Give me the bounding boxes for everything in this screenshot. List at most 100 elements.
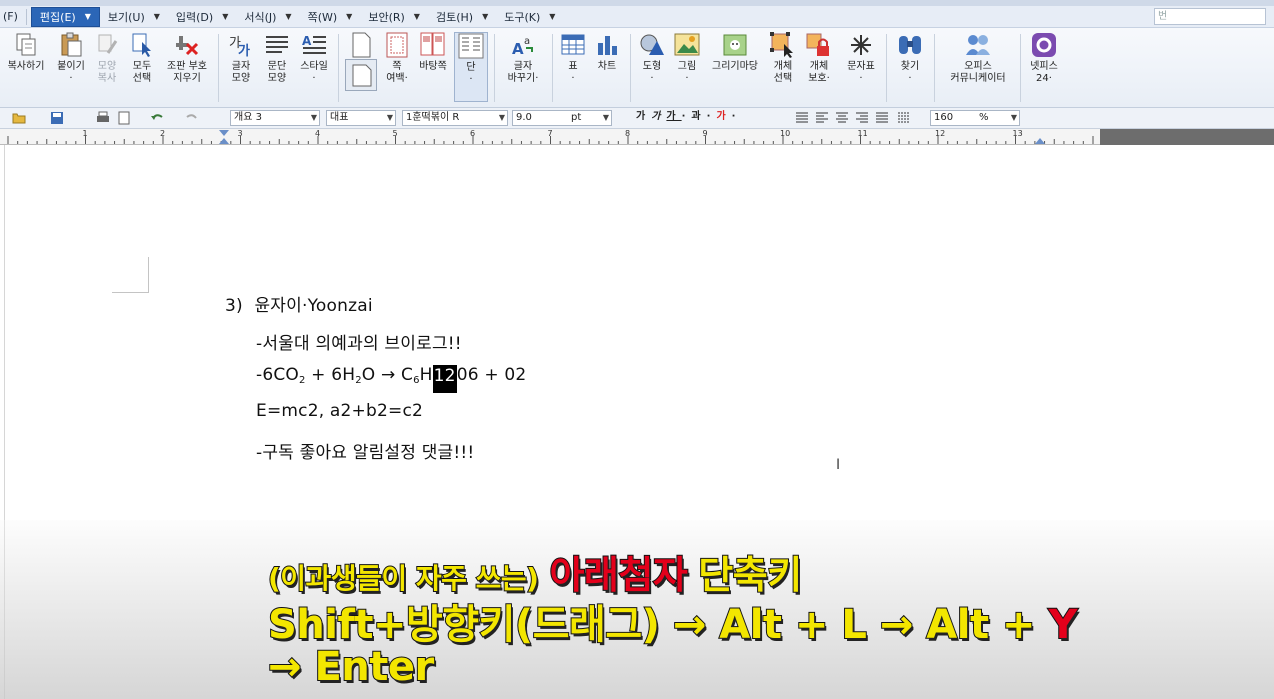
drawing-gallery-button[interactable]: 그리기마당: [706, 32, 764, 104]
align-center-icon[interactable]: [835, 111, 849, 125]
page-margin-icon: [383, 32, 411, 58]
save-icon[interactable]: [50, 111, 64, 125]
format-toolbar: 개요 3 ▼ 대표 ▼ 1훈떡볶이 R ▼ 9.0 pt ▼ 가가가·과·가· 160% ▼: [0, 108, 1274, 129]
preview-icon[interactable]: [117, 111, 131, 125]
object-protect-button[interactable]: 개체 보호·: [802, 32, 836, 104]
svg-text:a: a: [524, 36, 530, 47]
zoom-select[interactable]: 160% ▼: [930, 110, 1020, 126]
copy-button[interactable]: 복사하기: [2, 32, 50, 104]
crop-mark: [148, 257, 149, 293]
object-select-icon: [769, 32, 797, 58]
open-folder-icon[interactable]: [12, 111, 26, 125]
menu-review[interactable]: 검토(H) ▼: [428, 7, 496, 27]
ruler-margin: [1100, 129, 1274, 145]
lock-icon: [805, 32, 833, 58]
svg-text:A: A: [302, 34, 312, 48]
svg-text:A: A: [512, 40, 524, 58]
clear-marks-button[interactable]: 조판 부호 지우기: [160, 32, 214, 104]
right-indent-marker[interactable]: [1035, 138, 1045, 144]
picture-button[interactable]: 그림 ·: [670, 32, 704, 104]
select-all-button[interactable]: 모두 선택: [126, 32, 158, 104]
office-communicator-button[interactable]: 오피스 커뮤니케이터: [940, 32, 1016, 104]
format-copy-button[interactable]: 모양 복사: [90, 32, 124, 104]
find-button[interactable]: 찾기 ·: [892, 32, 928, 104]
distribute-icon[interactable]: [875, 111, 889, 125]
table-button[interactable]: 표 ·: [558, 32, 588, 104]
menu-search-input[interactable]: 번: [1154, 8, 1266, 25]
style-icon: A: [300, 32, 328, 58]
char-shape-icon: 가가: [227, 32, 255, 58]
caption-line-3: → Enter: [267, 643, 435, 691]
char-format-buttons[interactable]: 가가가·과·가·: [636, 110, 741, 126]
indent-marker[interactable]: [219, 130, 229, 144]
align-right-icon[interactable]: [855, 111, 869, 125]
redo-icon[interactable]: [185, 111, 199, 125]
undo-icon[interactable]: [150, 111, 164, 125]
ruler-number: 7: [547, 129, 553, 138]
ruler-number: 10: [780, 129, 791, 138]
style-select[interactable]: 개요 3 ▼: [230, 110, 320, 126]
netffice-icon: [1030, 32, 1058, 58]
list-number: 3): [225, 296, 243, 316]
caption-overlay: (이과생들이 자주 쓰는) 아래첨자 단축키 Shift+방향키(드래그) → …: [0, 520, 1274, 699]
paragraph-shape-button[interactable]: 문단 모양: [260, 32, 294, 104]
caption-line-2: Shift+방향키(드래그) → Alt + L → Alt + Y: [267, 601, 1078, 649]
divide-align-icon[interactable]: [897, 111, 911, 125]
picture-icon: [673, 32, 701, 58]
menu-insert[interactable]: 입력(D) ▼: [168, 7, 236, 27]
page-orientation-button[interactable]: [344, 32, 378, 104]
caption-line-1: (이과생들이 자주 쓰는) 아래첨자 단축키: [267, 552, 803, 598]
menu-view[interactable]: 보기(U) ▼: [100, 7, 168, 27]
replace-text-icon: Aa: [509, 32, 537, 58]
clear-marks-icon: [173, 32, 201, 58]
ruler-number: 9: [702, 129, 708, 138]
language-select[interactable]: 대표 ▼: [326, 110, 396, 126]
menu-format[interactable]: 서식(J) ▼: [236, 7, 299, 27]
menu-page[interactable]: 쪽(W) ▼: [300, 7, 361, 27]
chart-icon: [593, 32, 621, 58]
font-size-input[interactable]: 9.0 pt ▼: [512, 110, 612, 126]
selected-text[interactable]: 12: [432, 365, 457, 393]
menu-bar: (F) 편집(E) ▼ 보기(U) ▼ 입력(D) ▼ 서식(J) ▼ 쪽(W) ▼ 보안…: [0, 6, 1274, 28]
style-button[interactable]: A 스타일 ·: [296, 32, 332, 104]
char-shape-button[interactable]: 가가 글자 모양: [224, 32, 258, 104]
paste-button[interactable]: 붙이기 ·: [52, 32, 90, 104]
ruler-number: 5: [392, 129, 398, 138]
binoculars-icon: [896, 32, 924, 58]
symbol-button[interactable]: 문자표 ·: [842, 32, 880, 104]
ruler[interactable]: 1 2 3 4 5 6 7 8 9 10 11 12 13: [0, 129, 1274, 145]
ruler-number: 11: [857, 129, 868, 138]
object-select-button[interactable]: 개체 선택: [766, 32, 800, 104]
drawing-gallery-icon: [721, 32, 749, 58]
master-page-button[interactable]: 바탕쪽: [414, 32, 452, 104]
doc-line-1: 3) 윤자이·Yoonzai: [225, 291, 373, 316]
svg-text:가: 가: [238, 44, 250, 57]
align-justify-icon[interactable]: [795, 111, 809, 125]
page-margin-button[interactable]: 쪽 여백·: [380, 32, 414, 104]
shape-icon: [638, 32, 666, 58]
menu-edit[interactable]: 편집(E) ▼: [30, 6, 100, 27]
ruler-number: 12: [935, 129, 946, 138]
crop-mark: [112, 292, 148, 293]
chart-button[interactable]: 차트: [590, 32, 624, 104]
ruler-number: 13: [1012, 129, 1023, 138]
ruler-number: 3: [237, 129, 243, 138]
column-button[interactable]: 단 ·: [454, 32, 488, 102]
menu-security[interactable]: 보안(R) ▼: [360, 7, 428, 27]
menu-file[interactable]: (F): [0, 7, 22, 27]
ruler-number: 8: [625, 129, 631, 138]
shape-button[interactable]: 도형 ·: [636, 32, 668, 104]
ruler-number: 1: [82, 129, 88, 138]
menu-tools[interactable]: 도구(K) ▼: [496, 7, 563, 27]
text-cursor-icon: I: [836, 457, 841, 473]
people-icon: [964, 32, 992, 58]
ruler-ticks: [7, 130, 1094, 144]
ruler-number: 6: [470, 129, 476, 138]
font-select[interactable]: 1훈떡볶이 R ▼: [402, 110, 508, 126]
netffice-button[interactable]: 넷피스 24·: [1024, 32, 1064, 104]
ruler-number: 4: [315, 129, 321, 138]
align-left-icon[interactable]: [815, 111, 829, 125]
doc-heading-text: 윤자이·Yoonzai: [254, 296, 373, 316]
print-icon[interactable]: [96, 111, 110, 125]
replace-text-button[interactable]: Aa 글자 바꾸기·: [500, 32, 546, 104]
